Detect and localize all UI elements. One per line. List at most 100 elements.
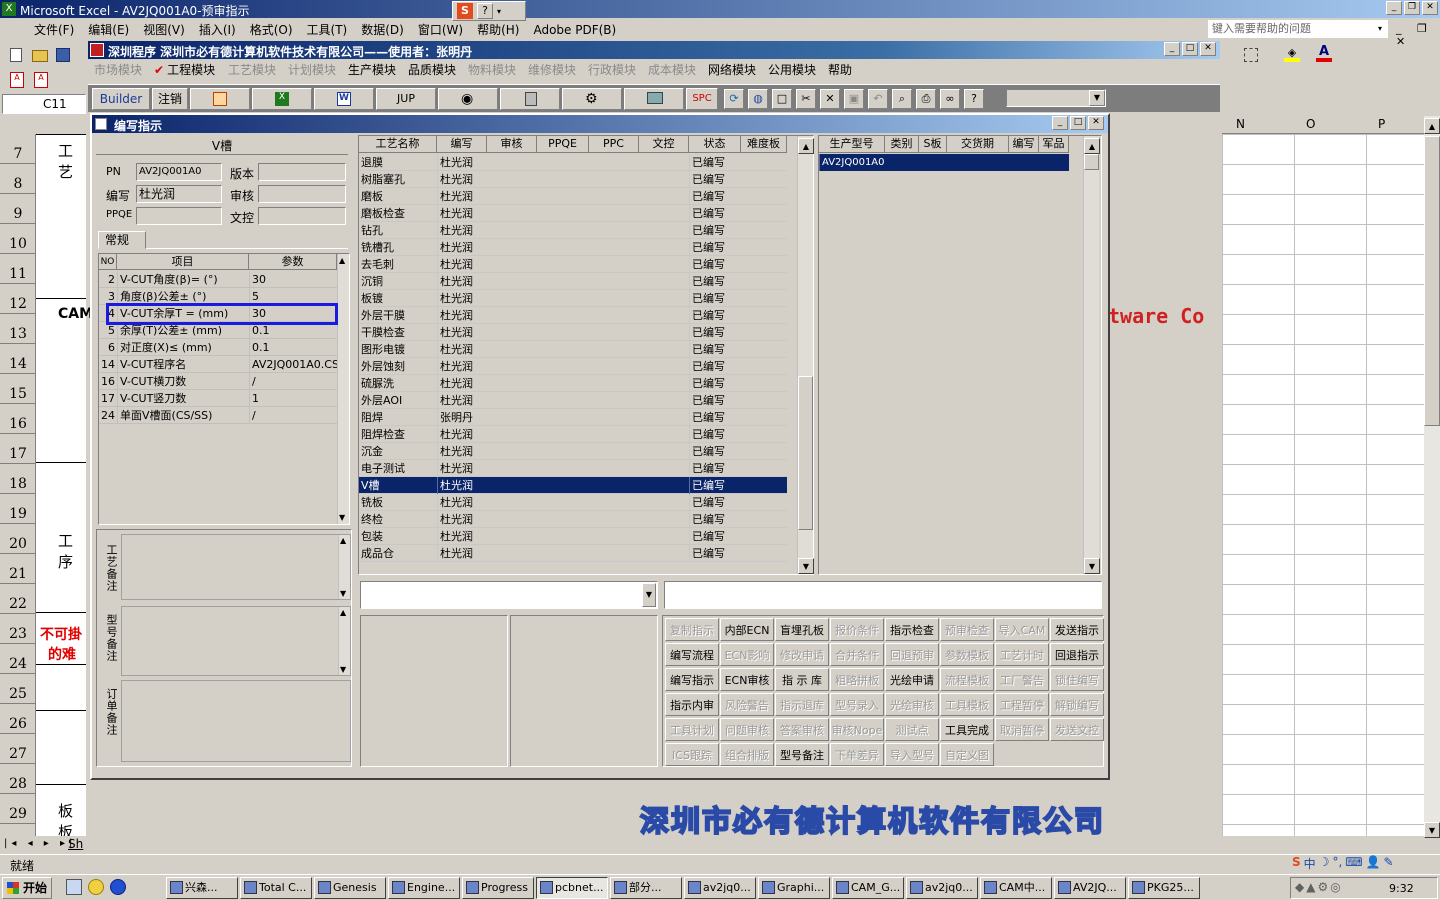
borders-icon[interactable] [1244,48,1258,62]
action-button-37[interactable]: 工具完成 [940,718,994,741]
action-button-41[interactable]: 组合排版 [720,743,774,766]
app-menu-item[interactable]: 网络模块 [708,61,756,78]
excel-vertical-scrollbar[interactable]: ▲ ▼ [1424,116,1440,838]
process-row[interactable]: 去毛刺 杜光润 已编写 [359,256,787,273]
ppqe-field[interactable] [136,207,222,225]
detail-input[interactable] [664,581,1102,609]
printer-icon[interactable]: ⎙ [916,89,936,109]
row-header[interactable]: 19 [0,494,36,524]
scroll-up-icon[interactable]: ▲ [340,608,346,617]
scroll-up-icon[interactable]: ▲ [1084,138,1100,154]
process-row[interactable]: 树脂塞孔 杜光润 已编写 [359,171,787,188]
process-header[interactable]: 难度板 [741,136,787,153]
process-row[interactable]: 沉铜 杜光润 已编写 [359,273,787,290]
process-row[interactable]: 退膜 杜光润 已编写 [359,154,787,171]
process-row[interactable]: 终检 杜光润 已编写 [359,511,787,528]
review-field[interactable] [258,185,346,203]
excel-menu-item[interactable]: 数据(D) [361,19,404,41]
keyboard-icon[interactable]: ⌨ [1345,855,1362,872]
chinese-mode-icon[interactable]: 中 [1304,855,1316,872]
action-button-0[interactable]: 复制指示 [665,618,719,641]
clock-app-icon[interactable] [88,879,104,895]
app-menu-item[interactable]: 帮助 [828,61,852,78]
action-button-3[interactable]: 报价条件 [830,618,884,641]
row-header[interactable]: 28 [0,764,36,794]
pn-field[interactable]: AV2JQ001A0 [136,163,222,181]
row-header[interactable]: 25 [0,674,36,704]
row-header[interactable]: 27 [0,734,36,764]
app-menu-item[interactable]: 行政模块 [588,61,636,78]
help-dropdown-icon[interactable]: ▾ [1378,24,1382,33]
show-desktop-icon[interactable] [66,879,82,895]
action-button-33[interactable]: 问题审核 [720,718,774,741]
action-button-39[interactable]: 发送文控 [1050,718,1104,741]
param-scrollbar[interactable]: ▲ ▼ [337,254,349,524]
dropdown-arrow-icon[interactable]: ▾ [497,7,501,16]
pdf-convert-icon[interactable]: A [10,72,24,88]
row-header[interactable]: 8 [0,164,36,194]
minimize-icon[interactable]: _ [1052,116,1068,130]
process-row[interactable]: 磨板检查 杜光润 已编写 [359,205,787,222]
action-button-11[interactable]: 合并条件 [830,643,884,666]
production-header[interactable]: S板 [919,136,947,153]
production-header[interactable]: 类别 [885,136,919,153]
process-row[interactable]: 干膜检查 杜光润 已编写 [359,324,787,341]
scroll-down-icon[interactable]: ▼ [1424,822,1440,838]
excel-menu-item[interactable]: 帮助(H) [477,19,519,41]
action-button-16[interactable]: 编写指示 [665,668,719,691]
scroll-thumb[interactable] [1424,136,1440,426]
action-button-43[interactable]: 下单差异 [830,743,884,766]
notes-scrollbar[interactable]: ▲ ▼ [338,607,350,675]
binoculars-icon[interactable]: ∞ [940,89,960,109]
row-header[interactable]: 7 [0,134,36,164]
scroll-up-icon[interactable]: ▲ [798,138,814,154]
production-header[interactable]: 生产型号 [819,136,885,153]
process-scrollbar[interactable]: ▲ ▼ [797,136,814,574]
action-button-12[interactable]: 回退预审 [885,643,939,666]
action-button-9[interactable]: ECN影响 [720,643,774,666]
taskbar-item[interactable]: Genesis [314,877,386,899]
notes-scrollbar[interactable]: ▲ ▼ [338,535,350,599]
computer-button[interactable] [624,88,684,110]
globe-icon[interactable]: ◍ [748,89,768,109]
minimize-icon[interactable]: _ [1164,42,1180,56]
process-row[interactable]: 板镀 杜光润 已编写 [359,290,787,307]
app-menu-item[interactable]: ✔ 工程模块 [154,61,215,78]
logout-button[interactable]: 注销 [152,88,188,110]
pdf-email-icon[interactable]: A [34,72,48,88]
minimize-icon[interactable]: _ [1386,1,1402,15]
process-header[interactable]: PPC [589,136,639,153]
action-button-13[interactable]: 参数模板 [940,643,994,666]
taskbar-item[interactable]: Engine... [388,877,460,899]
action-button-7[interactable]: 发送指示 [1050,618,1104,641]
builder-button[interactable]: Builder [92,88,150,110]
moon-icon[interactable]: ☽ [1319,855,1330,872]
action-button-45[interactable]: 自定义图 [940,743,994,766]
scroll-up-icon[interactable]: ▲ [339,256,345,265]
row-header[interactable]: 12 [0,284,36,314]
row-header[interactable]: 17 [0,434,36,464]
production-scroll-thumb[interactable] [1084,154,1099,170]
taskbar-item[interactable]: 部分... [610,877,682,899]
action-button-17[interactable]: ECN审核 [720,668,774,691]
taskbar-item[interactable]: Progress [462,877,534,899]
process-row[interactable]: 磨板 杜光润 已编写 [359,188,787,205]
wrench-icon[interactable]: ✎ [1384,855,1394,872]
scroll-down-icon[interactable]: ▼ [340,665,346,674]
app-menu-item[interactable]: 物料模块 [468,61,516,78]
action-button-23[interactable]: 锁住编写 [1050,668,1104,691]
param-value[interactable]: / [249,407,337,424]
action-button-21[interactable]: 流程模板 [940,668,994,691]
excel-menu-item[interactable]: 格式(O) [250,19,293,41]
fill-color-icon[interactable]: ◈ [1284,46,1300,62]
col-header-n[interactable]: N [1236,117,1245,131]
process-combo[interactable]: ▼ [360,581,658,609]
action-button-14[interactable]: 工艺计时 [995,643,1049,666]
scroll-down-icon[interactable]: ▼ [339,513,345,522]
row-header[interactable]: 14 [0,344,36,374]
preview-icon[interactable]: ⌕ [892,89,912,109]
maximize-icon[interactable]: □ [1182,42,1198,56]
open-folder-icon[interactable] [32,50,48,62]
tab-general[interactable]: 常规 [98,231,146,249]
action-button-30[interactable]: 工程暂停 [995,693,1049,716]
